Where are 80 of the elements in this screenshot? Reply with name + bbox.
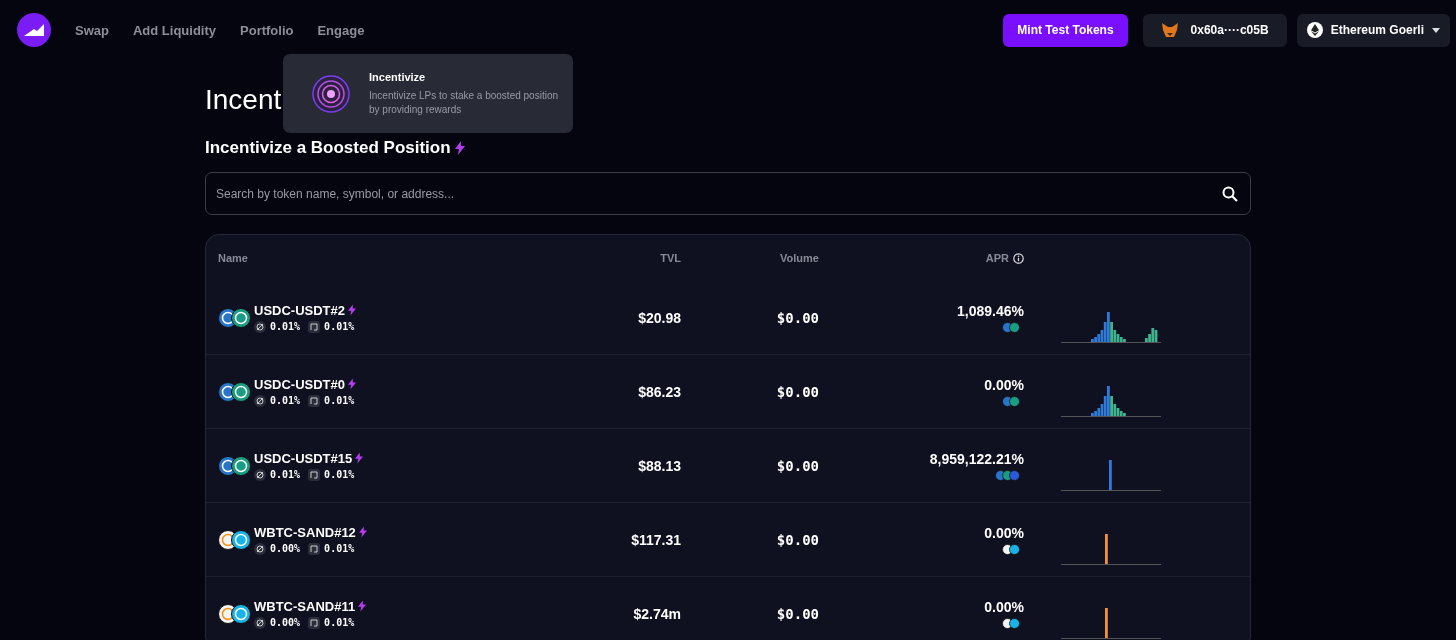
lightning-icon [358,600,367,612]
swap-fee: 0.01% [270,395,301,406]
pool-row[interactable]: USDC-USDT#2 0.01% 0.01% $20.98 $0.00 1,089.46% [206,281,1250,354]
apr-value: 8,959,122.21% [929,450,1024,467]
token-pair-icon [218,455,252,476]
pool-name: WBTC-SAND#12 [254,524,356,540]
token-pair-icon [218,381,252,402]
pool-name: USDC-USDT#0 [254,376,345,392]
column-header: Volume [779,252,819,264]
logo-icon[interactable] [17,13,51,47]
swap-fee-icon [254,468,266,481]
range-width: 0.01% [324,543,355,554]
column-header: TVL [659,252,681,264]
swap-fee-icon [254,542,266,555]
nav-link[interactable]: Portfolio [240,22,294,38]
menu-title: Incentivize [369,70,427,83]
range-icon [308,616,321,629]
swap-fee: 0.00% [270,617,301,628]
nav-link[interactable]: Swap [75,22,109,38]
range-icon [308,394,321,407]
apr-value: 0.00% [984,376,1024,393]
nav-link[interactable]: Engage [317,22,365,38]
token-pair-icon [218,603,252,624]
tvl-value: $86.23 [637,383,681,400]
volume-value: $0.00 [775,605,819,622]
range-icon [308,468,321,481]
pool-name: USDC-USDT#2 [254,302,345,318]
caret-icon [1432,27,1440,33]
swap-fee-icon [254,394,266,407]
ethereum-icon [1306,22,1323,38]
range-icon [308,542,321,555]
nav-link[interactable]: Add Liquidity [132,22,216,38]
lightning-icon [348,378,356,390]
search-field[interactable]: Search by token name, symbol, or address... [205,172,1251,215]
apr-value: 0.00% [984,598,1024,615]
column-header: APR [985,252,1009,264]
volume-value: $0.00 [775,531,819,548]
tvl-value: $2.74m [632,605,681,622]
range-width: 0.01% [324,395,355,406]
search-icon [1222,186,1238,202]
mint-button[interactable]: Mint Test Tokens [1003,13,1128,47]
lightning-icon [355,452,364,464]
tvl-value: $20.98 [637,309,681,326]
pool-row[interactable]: WBTC-SAND#12 0.00% 0.01% $117.31 $0.00 0.00% [206,502,1250,576]
apr-value: 1,089.46% [957,302,1024,319]
apr-value: 0.00% [984,524,1024,541]
target-icon [311,73,351,114]
pool-name: WBTC-SAND#11 [254,598,356,614]
pool-row[interactable]: USDC-USDT#15 0.01% 0.01% $88.13 $0.00 8,959,122.21% [206,428,1250,502]
volume-value: $0.00 [775,457,819,474]
wallet-button[interactable]: 0x60a····c05B [1142,13,1287,47]
info-icon [1013,252,1024,264]
page-title: Incent [205,83,282,117]
menu-item[interactable]: Incentivize Incentivize LPs to stake a boosted position by providing rewards [283,70,581,117]
tvl-value: $88.13 [637,457,681,474]
section-title: Incentivize a Boosted Position [205,138,451,158]
fox-icon [1160,22,1179,38]
range-width: 0.01% [324,469,355,480]
volume-value: $0.00 [775,309,819,326]
range-width: 0.01% [324,617,355,628]
pool-row[interactable]: USDC-USDT#0 0.01% 0.01% $86.23 $0.00 0.00% [206,354,1250,428]
range-icon [308,320,321,333]
token-pair-icon [218,529,252,550]
swap-fee: 0.00% [270,543,301,554]
token-pair-icon [218,307,252,328]
tvl-value: $117.31 [630,531,681,548]
volume-value: $0.00 [775,383,819,400]
column-header: Name [218,252,249,264]
swap-fee-icon [254,320,266,333]
lightning-icon [348,304,356,316]
swap-fee: 0.01% [270,469,301,480]
pool-name: USDC-USDT#15 [254,450,353,466]
swap-fee-icon [254,616,266,629]
swap-fee: 0.01% [270,321,301,332]
pool-row[interactable]: WBTC-SAND#11 0.00% 0.01% $2.74m $0.00 0.00% [206,576,1250,640]
lightning-icon [358,526,367,538]
menu-description: Incentivize LPs to stake a boosted position by providing rewards [369,88,559,117]
lightning-icon [454,141,465,155]
network-button[interactable]: Ethereum Goerli [1296,13,1450,47]
range-width: 0.01% [324,321,355,332]
